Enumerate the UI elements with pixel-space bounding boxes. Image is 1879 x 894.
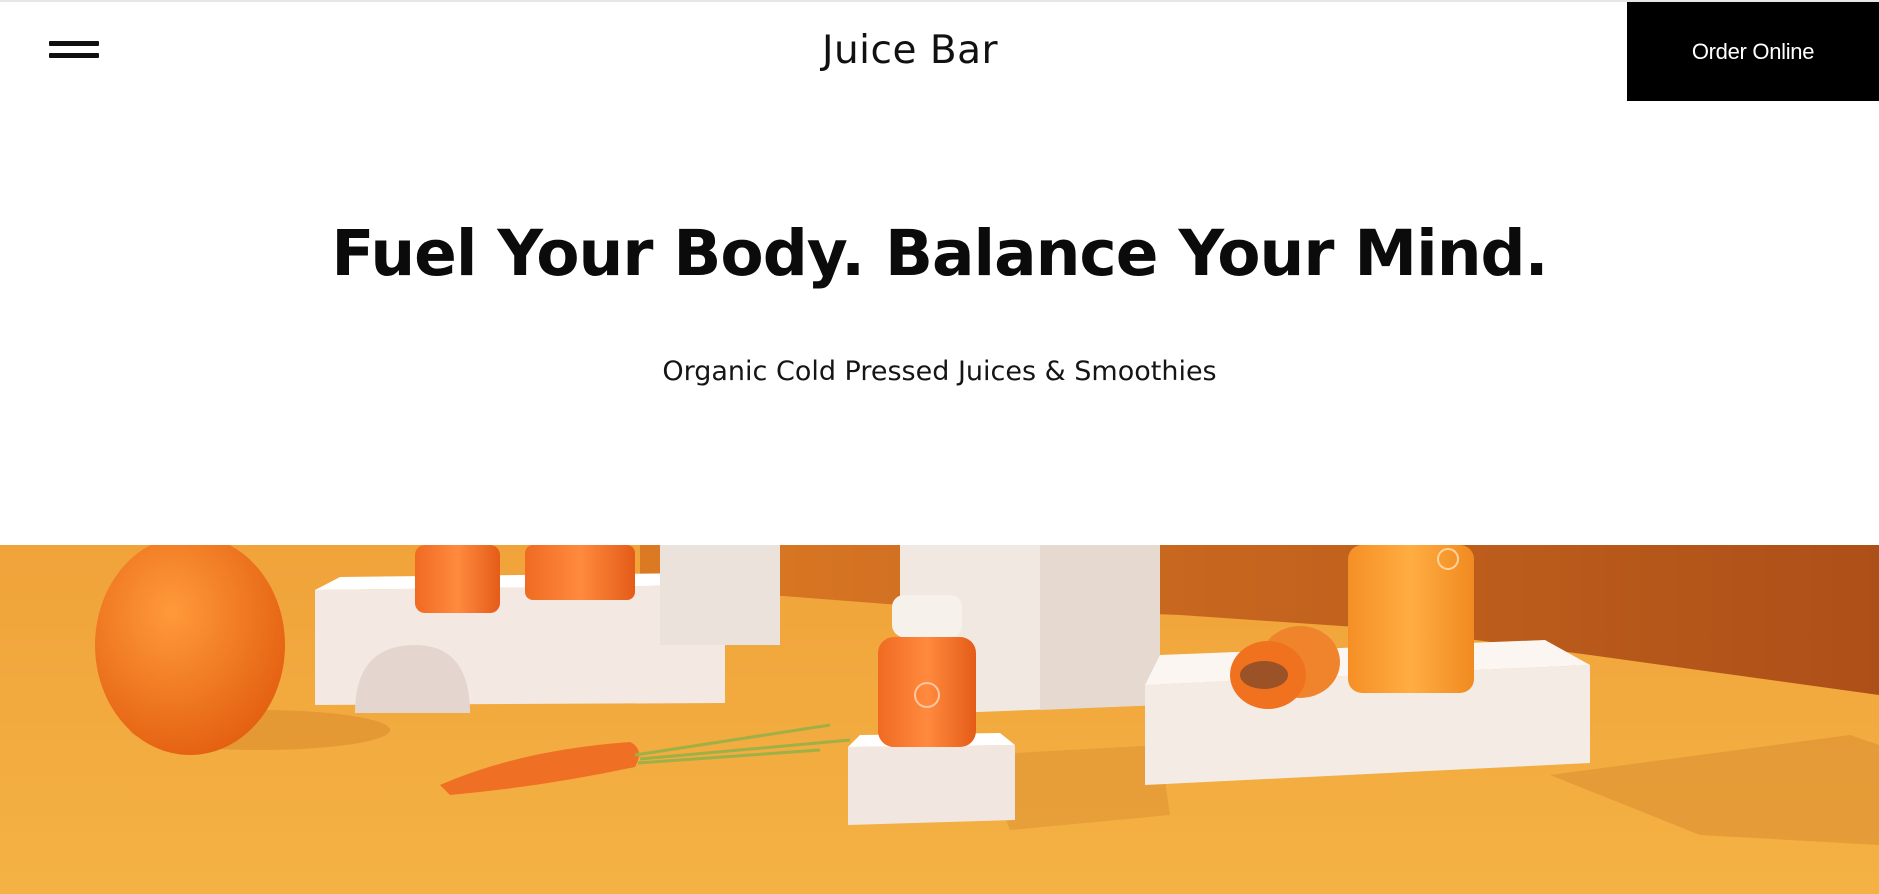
juice-bottle bbox=[525, 545, 635, 600]
juice-bottle bbox=[415, 545, 500, 613]
hero-section: Fuel Your Body. Balance Your Mind. Organ… bbox=[0, 101, 1879, 545]
orange-fruit bbox=[95, 545, 285, 755]
white-block bbox=[660, 545, 780, 645]
page: Juice Bar Order Online Fuel Your Body. B… bbox=[0, 0, 1879, 894]
site-title[interactable]: Juice Bar bbox=[760, 24, 1060, 78]
menu-bar-bottom bbox=[49, 53, 99, 58]
order-online-button[interactable]: Order Online bbox=[1627, 2, 1879, 101]
hero-subheadline: Organic Cold Pressed Juices & Smoothies bbox=[662, 356, 1217, 387]
white-block bbox=[848, 745, 1015, 825]
bottle-cap bbox=[892, 595, 962, 637]
hero-headline: Fuel Your Body. Balance Your Mind. bbox=[331, 217, 1548, 290]
hamburger-menu-icon[interactable] bbox=[40, 32, 100, 74]
juice-bottle bbox=[878, 637, 976, 747]
hero-image bbox=[0, 545, 1879, 894]
site-header: Juice Bar Order Online bbox=[0, 2, 1879, 101]
white-block-side bbox=[1040, 545, 1160, 710]
hero-photo-illustration bbox=[0, 545, 1879, 894]
apricot-pit bbox=[1240, 661, 1288, 689]
menu-bar-top bbox=[49, 41, 99, 46]
